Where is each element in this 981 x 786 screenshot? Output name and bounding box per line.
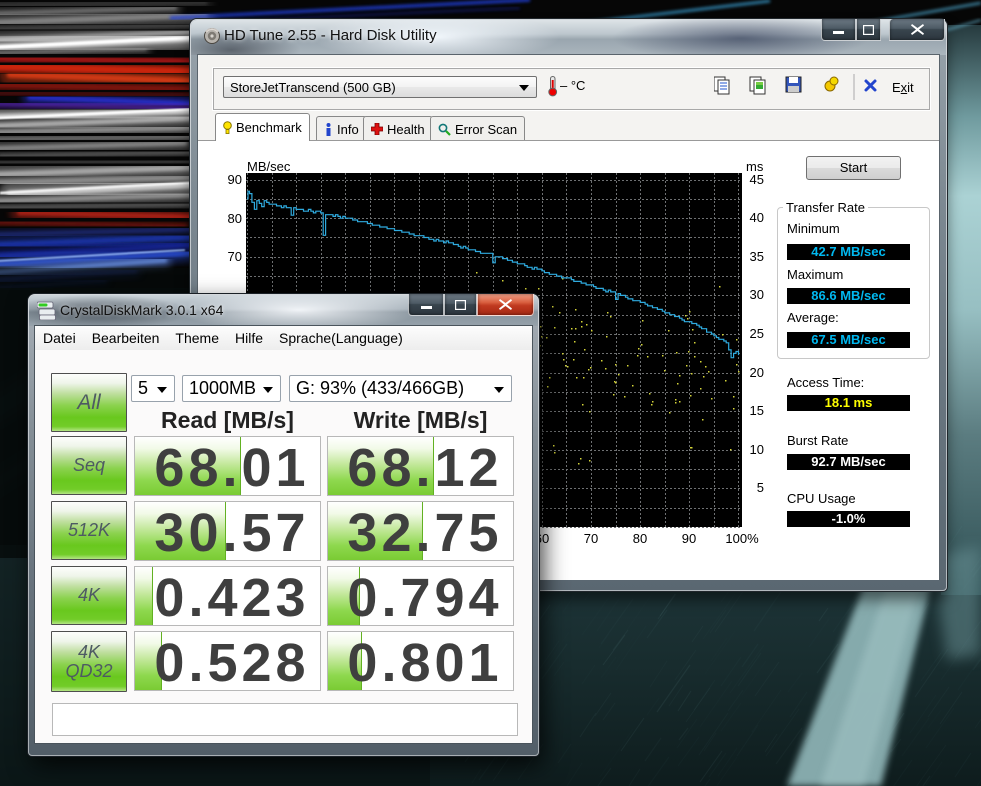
- svg-text:– °C: – °C: [560, 78, 585, 93]
- svg-text:90: 90: [682, 531, 696, 546]
- svg-text:70: 70: [584, 531, 598, 546]
- svg-text:80: 80: [633, 531, 647, 546]
- svg-text:100%: 100%: [725, 531, 759, 546]
